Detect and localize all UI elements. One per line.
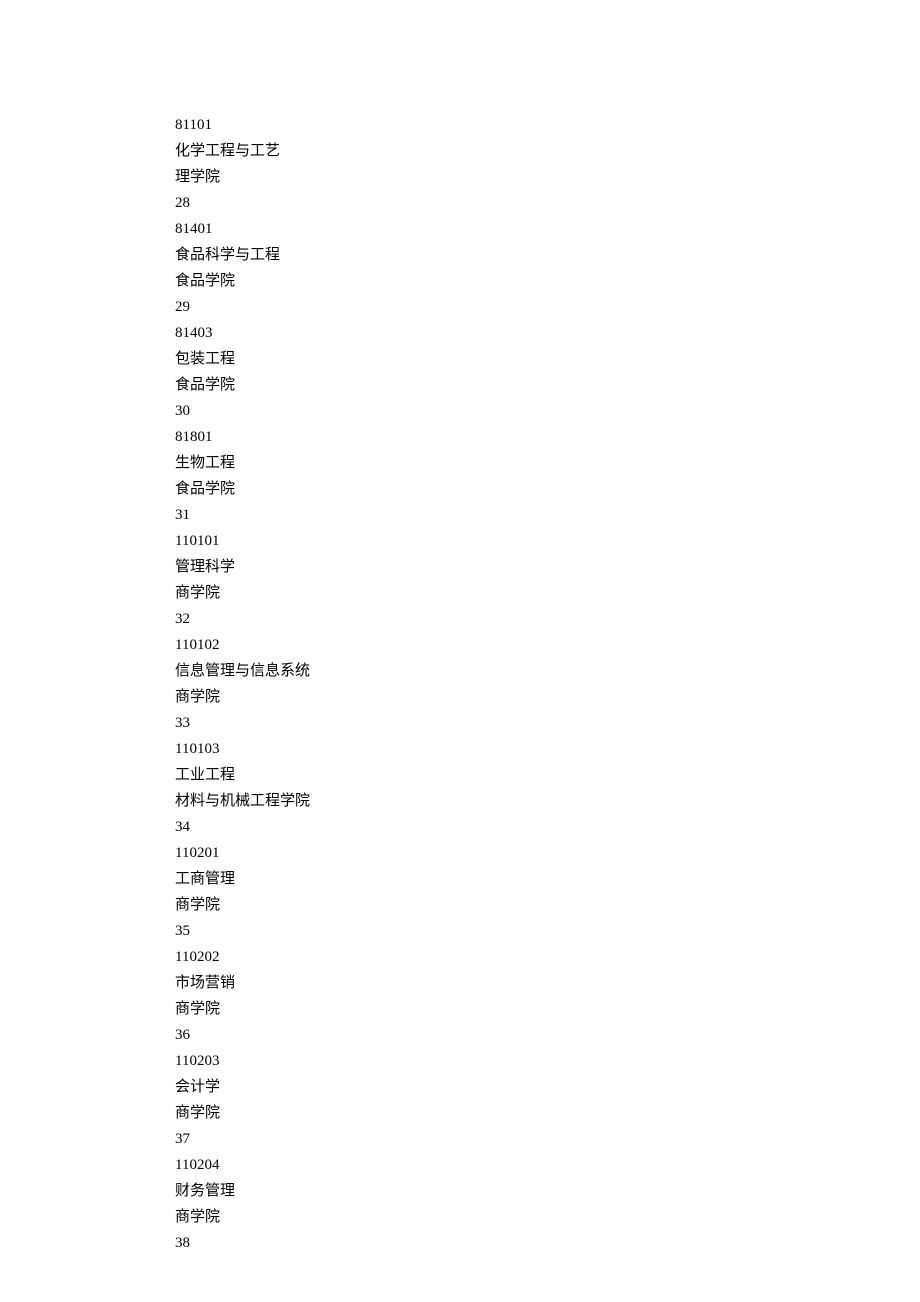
text-line: 商学院 [175, 892, 920, 918]
text-line: 36 [175, 1022, 920, 1048]
text-line: 110204 [175, 1152, 920, 1178]
text-line: 管理科学 [175, 554, 920, 580]
text-line: 30 [175, 398, 920, 424]
text-line: 生物工程 [175, 450, 920, 476]
text-line: 工业工程 [175, 762, 920, 788]
text-line: 110203 [175, 1048, 920, 1074]
text-line: 食品学院 [175, 476, 920, 502]
text-line: 商学院 [175, 1100, 920, 1126]
text-line: 化学工程与工艺 [175, 138, 920, 164]
text-line: 35 [175, 918, 920, 944]
text-line: 材料与机械工程学院 [175, 788, 920, 814]
text-line: 31 [175, 502, 920, 528]
text-line: 110102 [175, 632, 920, 658]
text-line: 34 [175, 814, 920, 840]
text-line: 28 [175, 190, 920, 216]
text-line: 商学院 [175, 580, 920, 606]
text-line: 食品学院 [175, 268, 920, 294]
text-line: 110202 [175, 944, 920, 970]
text-line: 110103 [175, 736, 920, 762]
text-line: 食品学院 [175, 372, 920, 398]
text-line: 32 [175, 606, 920, 632]
text-line: 81401 [175, 216, 920, 242]
text-line: 29 [175, 294, 920, 320]
text-line: 包装工程 [175, 346, 920, 372]
text-line: 37 [175, 1126, 920, 1152]
text-line: 33 [175, 710, 920, 736]
text-line: 财务管理 [175, 1178, 920, 1204]
text-line: 38 [175, 1230, 920, 1256]
text-line: 理学院 [175, 164, 920, 190]
text-line: 工商管理 [175, 866, 920, 892]
text-line: 信息管理与信息系统 [175, 658, 920, 684]
text-line: 81101 [175, 112, 920, 138]
text-line: 110201 [175, 840, 920, 866]
text-line: 81403 [175, 320, 920, 346]
text-line: 商学院 [175, 684, 920, 710]
text-line: 市场营销 [175, 970, 920, 996]
text-line: 商学院 [175, 996, 920, 1022]
text-line: 81801 [175, 424, 920, 450]
text-line: 110101 [175, 528, 920, 554]
text-line: 会计学 [175, 1074, 920, 1100]
document-content: 81101 化学工程与工艺 理学院 28 81401 食品科学与工程 食品学院 … [0, 0, 920, 1256]
text-line: 商学院 [175, 1204, 920, 1230]
text-line: 食品科学与工程 [175, 242, 920, 268]
